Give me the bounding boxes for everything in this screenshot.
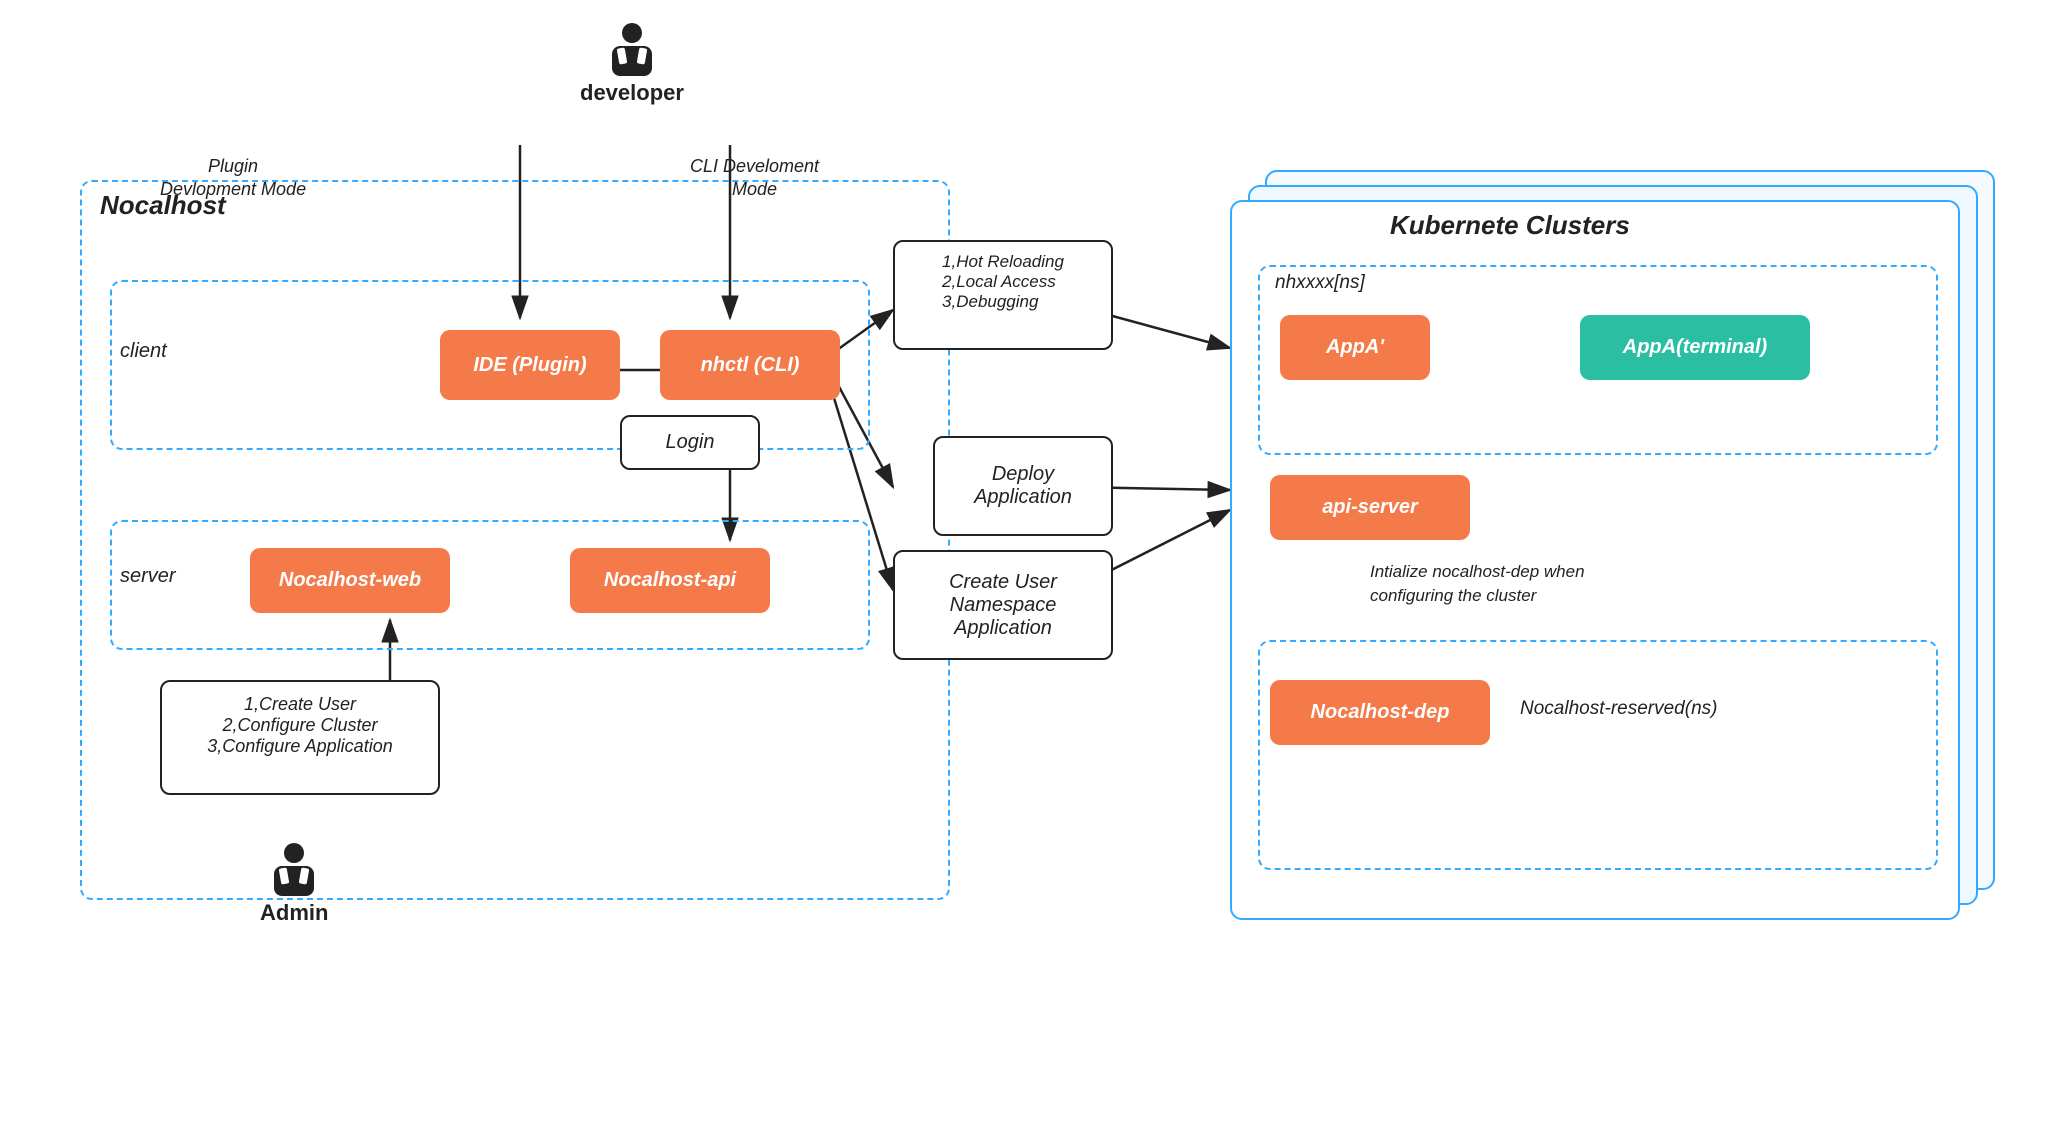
ns-label: nhxxxx[ns] bbox=[1275, 272, 1365, 294]
nocalhost-reserved-label: Nocalhost-reserved(ns) bbox=[1520, 698, 1717, 720]
client-label: client bbox=[120, 340, 167, 363]
kubernetes-title: Kubernete Clusters bbox=[1390, 210, 1630, 241]
initialize-label: Intialize nocalhost-dep when configuring… bbox=[1370, 560, 1585, 608]
nocalhost-web-node: Nocalhost-web bbox=[250, 548, 450, 613]
hot-reloading-box: 1,Hot Reloading 2,Local Access 3,Debuggi… bbox=[893, 240, 1113, 350]
ide-plugin-node: IDE (Plugin) bbox=[440, 330, 620, 400]
diagram-container: developer Plugin Devlopment Mode CLI Dev… bbox=[0, 0, 2048, 1134]
admin-label: Admin bbox=[260, 900, 328, 926]
nocalhost-title: Nocalhost bbox=[100, 190, 226, 221]
developer-person: developer bbox=[580, 20, 684, 106]
appa-terminal-node: AppA(terminal) bbox=[1580, 315, 1810, 380]
server-label: server bbox=[120, 565, 176, 588]
admin-actions-box: 1,Create User 2,Configure Cluster 3,Conf… bbox=[160, 680, 440, 795]
login-node: Login bbox=[620, 415, 760, 470]
admin-icon bbox=[270, 840, 318, 896]
api-server-node: api-server bbox=[1270, 475, 1470, 540]
admin-person: Admin bbox=[260, 840, 328, 926]
developer-label: developer bbox=[580, 80, 684, 106]
appa-prime-node: AppA' bbox=[1280, 315, 1430, 380]
nocalhost-dep-node: Nocalhost-dep bbox=[1270, 680, 1490, 745]
create-user-box: Create User Namespace Application bbox=[893, 550, 1113, 660]
nocalhost-api-node: Nocalhost-api bbox=[570, 548, 770, 613]
deploy-app-box: Deploy Application bbox=[933, 436, 1113, 536]
developer-icon bbox=[608, 20, 656, 76]
nocalhost-dep-box bbox=[1258, 640, 1938, 870]
nhctl-cli-node: nhctl (CLI) bbox=[660, 330, 840, 400]
